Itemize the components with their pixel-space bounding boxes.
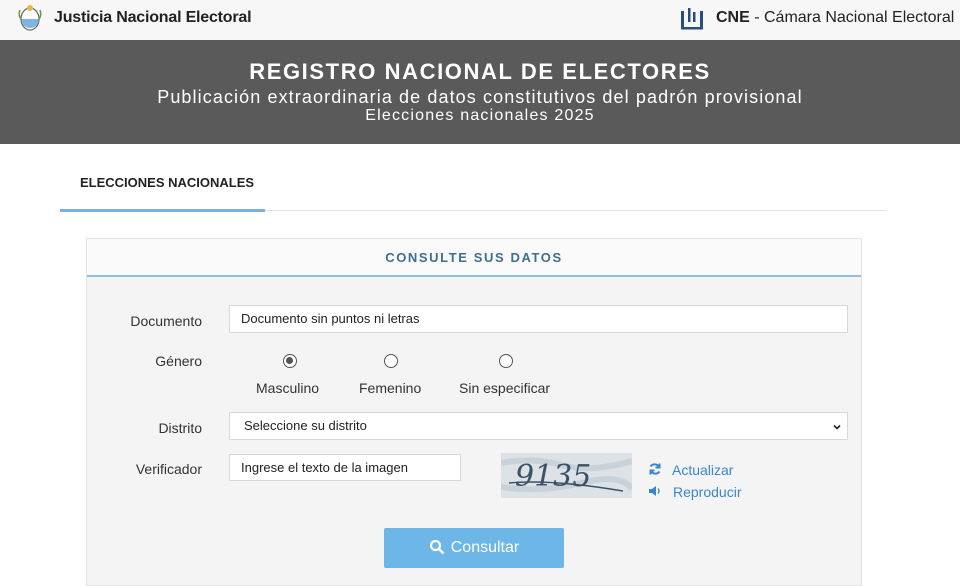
documento-input[interactable]: Documento sin puntos ni letras (229, 305, 848, 333)
tab-active-indicator (60, 209, 265, 212)
genero-label: Género (155, 353, 202, 369)
cne-building-icon (681, 8, 703, 30)
chevron-down-icon (833, 424, 841, 430)
argentina-coat-of-arms-icon (18, 5, 42, 31)
page-subtitle: Publicación extraordinaria de datos cons… (157, 87, 803, 107)
top-bar: Justicia Nacional Electoral CNE - Cámara… (0, 0, 960, 40)
page-subtitle-election: Elecciones nacionales 2025 (365, 107, 595, 124)
consultar-button-label: Consultar (450, 539, 520, 556)
captcha-audio-link[interactable]: Reproducir (673, 484, 741, 500)
genero-sin-especificar-label[interactable]: Sin especificar (459, 380, 550, 396)
cne-brand-bold: CNE (716, 9, 750, 26)
tab-label: ELECCIONES NACIONALES (80, 175, 255, 190)
captcha-refresh-link[interactable]: Actualizar (672, 462, 733, 478)
genero-masculino-radio[interactable] (283, 354, 297, 368)
distrito-select[interactable]: Seleccione su distrito (229, 412, 848, 440)
captcha-text: 9135 (515, 459, 591, 494)
documento-label: Documento (130, 313, 202, 329)
cne-brand[interactable]: CNE - Cámara Nacional Electoral (716, 9, 954, 27)
verificador-input[interactable]: Ingrese el texto de la imagen (229, 454, 461, 481)
refresh-icon (649, 463, 661, 475)
captcha-graphic: 9135 (501, 457, 632, 494)
site-brand[interactable]: Justicia Nacional Electoral (54, 9, 252, 27)
distrito-select-value: Seleccione su distrito (244, 418, 367, 433)
page-title: REGISTRO NACIONAL DE ELECTORES (249, 59, 711, 84)
cne-brand-rest: - Cámara Nacional Electoral (749, 9, 955, 26)
distrito-label: Distrito (158, 420, 202, 436)
tabs-divider (265, 210, 887, 211)
search-icon (429, 539, 445, 555)
genero-femenino-radio[interactable] (384, 354, 398, 368)
verificador-label: Verificador (135, 461, 202, 477)
speaker-icon (649, 486, 660, 496)
genero-femenino-label[interactable]: Femenino (359, 380, 421, 396)
genero-sin-especificar-radio[interactable] (499, 354, 513, 368)
consultar-button[interactable]: Consultar (384, 528, 564, 568)
tab-elecciones-nacionales[interactable]: ELECCIONES NACIONALES (60, 160, 265, 212)
captcha-image: 9135 (501, 453, 632, 498)
hero-banner: REGISTRO NACIONAL DE ELECTORES Publicaci… (0, 40, 960, 144)
panel-header: CONSULTE SUS DATOS (87, 239, 861, 277)
genero-masculino-label[interactable]: Masculino (256, 380, 319, 396)
panel-title: CONSULTE SUS DATOS (385, 250, 563, 265)
